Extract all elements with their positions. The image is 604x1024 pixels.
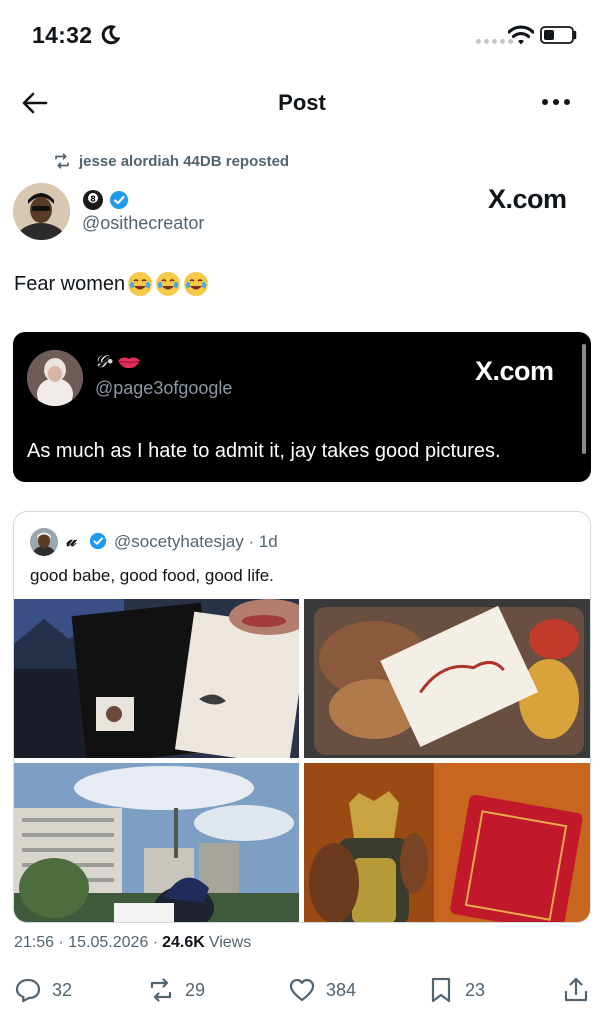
quote-image-4[interactable] [304, 763, 590, 922]
laughing-emoji-icon [184, 272, 209, 296]
page-title: Post [278, 90, 326, 115]
moon-icon [101, 25, 120, 45]
status-bar: 14:32 [0, 0, 604, 70]
status-time: 14:32 [32, 22, 93, 48]
tweet-body: Fear women [14, 272, 126, 295]
share-button[interactable] [562, 976, 590, 1004]
author-handle[interactable]: @osithecreator [82, 213, 204, 234]
like-count: 384 [326, 979, 357, 1000]
reply-button[interactable]: 32 [14, 976, 72, 1004]
quote-text: good babe, good food, good life. [30, 566, 274, 585]
quote-image-1[interactable] [14, 599, 299, 758]
verified-badge-icon [110, 191, 128, 209]
quoted-post[interactable]: 𝓊 @socetyhatesjay · 1d good babe, good f… [13, 511, 591, 923]
embedded-post-screenshot: 𝒢• @page3ofgoogle X.com As much as I hat… [13, 332, 591, 482]
reply-icon [15, 978, 41, 1003]
repost-icon [150, 978, 172, 1002]
repost-count: 29 [185, 979, 206, 1000]
views-label: Views [208, 934, 252, 951]
quote-handle: @socetyhatesjay · 1d [114, 532, 278, 551]
author-name[interactable]: 8 [82, 188, 129, 212]
verified-badge-icon [89, 532, 107, 550]
embedded-text: As much as I hate to admit it, jay takes… [27, 440, 501, 462]
nav-bar: Post [0, 78, 604, 128]
lips-icon [118, 357, 141, 369]
laughing-emoji-icon [128, 272, 153, 296]
eight-ball-icon: 8 [83, 190, 103, 210]
quote-avatar [30, 528, 58, 556]
post-meta: 21:56 · 15.05.2026 · 24.6K Views [14, 934, 251, 952]
xcom-watermark: X.com [488, 184, 567, 214]
repost-indicator[interactable]: jesse alordiah 44DB reposted [53, 151, 289, 171]
embedded-xcom-watermark: X.com [475, 356, 554, 386]
bookmark-count: 23 [465, 979, 486, 1000]
heart-icon [289, 978, 315, 1002]
repost-icon [55, 153, 69, 169]
bookmark-button[interactable]: 23 [427, 976, 485, 1004]
embedded-handle: @page3ofgoogle [95, 378, 233, 398]
repost-label: jesse alordiah 44DB reposted [79, 152, 290, 170]
quote-author-name: 𝓊 [66, 531, 76, 550]
like-button[interactable]: 384 [288, 976, 356, 1004]
quote-image-3[interactable] [14, 763, 299, 922]
laughing-emoji-icon [156, 272, 181, 296]
svg-text:8: 8 [90, 195, 96, 204]
bookmark-icon [431, 977, 451, 1003]
views-count[interactable]: 24.6K [162, 934, 205, 952]
scroll-indicator [582, 344, 586, 454]
embedded-avatar [27, 350, 83, 406]
more-options-icon[interactable] [538, 90, 574, 114]
post-datetime: 21:56 · 15.05.2026 · [14, 934, 159, 951]
embedded-author-name: 𝒢• [95, 352, 141, 372]
wifi-icon [508, 25, 534, 45]
action-bar: 32 29 384 23 [0, 972, 604, 1012]
tweet-text: Fear women [14, 271, 209, 297]
battery-icon [540, 26, 577, 44]
share-icon [564, 977, 588, 1002]
repost-button[interactable]: 29 [147, 976, 205, 1004]
quote-image-2[interactable] [304, 599, 590, 758]
embedded-name-text: 𝒢• [95, 352, 114, 371]
avatar[interactable] [13, 183, 70, 240]
reply-count: 32 [52, 979, 73, 1000]
